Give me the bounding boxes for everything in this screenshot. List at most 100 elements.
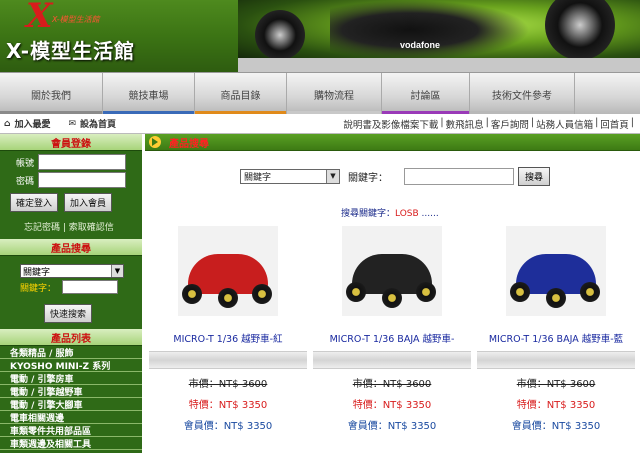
product-search-title: 產品搜尋: [0, 239, 142, 256]
category-item[interactable]: 車類零件共用部品區: [0, 424, 142, 437]
search-button[interactable]: 搜尋: [518, 167, 551, 186]
nav-item-about[interactable]: 關於我們: [0, 73, 103, 115]
divider: [149, 351, 307, 369]
keyword-label: 關鍵字：: [348, 173, 388, 184]
main-content: 產品搜尋 關鍵字 ▼ 關鍵字： 搜尋 搜尋關鍵字：LOSB ...... MIC…: [145, 134, 640, 453]
category-item[interactable]: 電動 / 引擎房車: [0, 372, 142, 385]
nav-item-shopping[interactable]: 購物流程: [287, 73, 382, 115]
nav-item-catalog[interactable]: 商品目錄: [195, 73, 287, 115]
wheel-icon: [546, 288, 566, 308]
product-name[interactable]: MICRO-T 1/36 BAJA 越野車-: [313, 331, 471, 345]
nav-item-tech-docs[interactable]: 技術文件參考: [470, 73, 575, 115]
set-homepage-link[interactable]: 設為首頁: [80, 117, 116, 130]
divider: [477, 351, 635, 369]
banner-sponsor-text: vodafone: [400, 40, 441, 50]
wheel-icon: [182, 284, 202, 304]
product-image[interactable]: [342, 226, 442, 316]
special-price: 特價：NT$ 3350: [188, 400, 268, 411]
account-label: 帳號: [16, 158, 35, 169]
wheel-icon: [510, 282, 530, 302]
product-name[interactable]: MICRO-T 1/36 越野車-紅: [149, 331, 307, 345]
wheel-icon: [252, 284, 272, 304]
product-image[interactable]: [178, 226, 278, 316]
staff-mail-link[interactable]: 站務人員信箱: [536, 117, 593, 131]
home-icon: ⌂: [4, 118, 11, 129]
member-login-title: 會員登錄: [0, 134, 142, 151]
utility-bar: ⌂ 加入最愛 ✉ 設為首頁 說明書及影像檔案下載 | 數飛訊息 | 客戶詢問 |…: [0, 114, 640, 134]
sidebar: 會員登錄 帳號 密碼 確定登入 加入會員 忘記密碼 | 索取確認信 產品搜尋 關…: [0, 134, 142, 453]
sidebar-keyword-input[interactable]: [62, 280, 119, 294]
site-title[interactable]: X-模型生活館: [6, 35, 135, 64]
nav-item-forum[interactable]: 討論區: [382, 73, 470, 115]
chevron-down-icon: ▼: [326, 170, 339, 183]
nav-item-track[interactable]: 競技車場: [103, 73, 195, 115]
category-item[interactable]: 各類精品 / 服飾: [0, 346, 142, 359]
wheel-icon: [382, 288, 402, 308]
list-price: 市價：NT$ 3600: [516, 379, 596, 390]
nav-label: 商品目錄: [220, 90, 261, 102]
nav-label: 關於我們: [31, 90, 71, 102]
util-separator: |: [440, 116, 444, 128]
select-value: 關鍵字: [244, 173, 272, 183]
news-link[interactable]: 數飛訊息: [446, 117, 484, 131]
product-card: MICRO-T 1/36 BAJA 越野車- 市價：NT$ 3600 特價：NT…: [313, 226, 471, 432]
main-nav: 關於我們 競技車場 商品目錄 購物流程 討論區 技術文件參考: [0, 72, 640, 115]
list-price: 市價：NT$ 3600: [352, 379, 432, 390]
member-price: 會員價：NT$ 3350: [511, 421, 601, 432]
wheel-icon: [346, 282, 366, 302]
inquiry-link[interactable]: 客戶詢問: [491, 117, 529, 131]
account-input[interactable]: [38, 154, 127, 170]
product-name[interactable]: MICRO-T 1/36 BAJA 越野車-藍: [477, 331, 635, 345]
arrow-bullet-icon: [149, 136, 161, 148]
banner-wheel-icon: [255, 10, 305, 60]
wheel-icon: [580, 282, 600, 302]
keyword-suffix: ......: [418, 209, 439, 219]
special-price: 特價：NT$ 3350: [352, 400, 432, 411]
category-item[interactable]: KYOSHO MINI-Z 系列: [0, 359, 142, 372]
login-button[interactable]: 確定登入: [10, 193, 59, 212]
category-item[interactable]: 電動 / 引擎越野車: [0, 385, 142, 398]
password-label: 密碼: [16, 176, 35, 187]
util-separator: |: [530, 116, 535, 128]
category-item[interactable]: 車類週邊及相關工具: [0, 437, 142, 450]
banner-car-image: [330, 0, 530, 60]
logo-mark[interactable]: X: [26, 0, 52, 36]
section-title: 產品搜尋: [169, 138, 209, 150]
mail-icon: ✉: [68, 118, 77, 129]
category-item[interactable]: 電動 / 引擎大腳車: [0, 398, 142, 411]
quick-search-button[interactable]: 快速搜索: [44, 304, 93, 323]
home-link[interactable]: 回首頁: [600, 117, 629, 131]
header-strip: [238, 58, 640, 72]
join-member-button[interactable]: 加入會員: [64, 193, 113, 212]
wheel-icon: [218, 288, 238, 308]
product-image[interactable]: [506, 226, 606, 316]
keyword-prefix: 搜尋關鍵字：: [341, 209, 396, 219]
add-favorite-link[interactable]: 加入最愛: [14, 117, 50, 130]
search-type-select[interactable]: 關鍵字 ▼: [240, 169, 340, 184]
nav-label: 討論區: [410, 90, 441, 102]
download-link[interactable]: 說明書及影像檔案下載: [343, 117, 438, 131]
member-price: 會員價：NT$ 3350: [347, 421, 437, 432]
divider: [313, 351, 471, 369]
product-list-title: 產品列表: [0, 329, 142, 346]
keyword-input[interactable]: [404, 168, 514, 185]
wheel-icon: [416, 282, 436, 302]
chevron-down-icon: ▼: [111, 265, 123, 277]
site-header: vodafone X X-模型生活館 X-模型生活館: [0, 0, 640, 72]
sidebar-keyword-label: 關鍵字：: [20, 283, 57, 294]
special-price: 特價：NT$ 3350: [516, 400, 596, 411]
member-price: 會員價：NT$ 3350: [183, 421, 273, 432]
product-card: MICRO-T 1/36 越野車-紅 市價：NT$ 3600 特價：NT$ 33…: [149, 226, 307, 432]
sidebar-search-select[interactable]: 關鍵字 ▼: [20, 264, 124, 278]
forgot-password-links[interactable]: 忘記密碼 | 索取確認信: [0, 212, 142, 239]
nav-label: 技術文件參考: [492, 90, 552, 102]
category-item[interactable]: 電車相關週邊: [0, 411, 142, 424]
nav-label: 購物流程: [314, 90, 354, 102]
list-price: 市價：NT$ 3600: [188, 379, 268, 390]
product-card: MICRO-T 1/36 BAJA 越野車-藍 市價：NT$ 3600 特價：N…: [477, 226, 635, 432]
logo-tagline: X-模型生活館: [52, 15, 100, 24]
util-separator: |: [485, 116, 489, 128]
password-input[interactable]: [38, 172, 127, 188]
keyword-value: LOSB: [395, 209, 419, 219]
section-header: 產品搜尋: [145, 134, 640, 151]
